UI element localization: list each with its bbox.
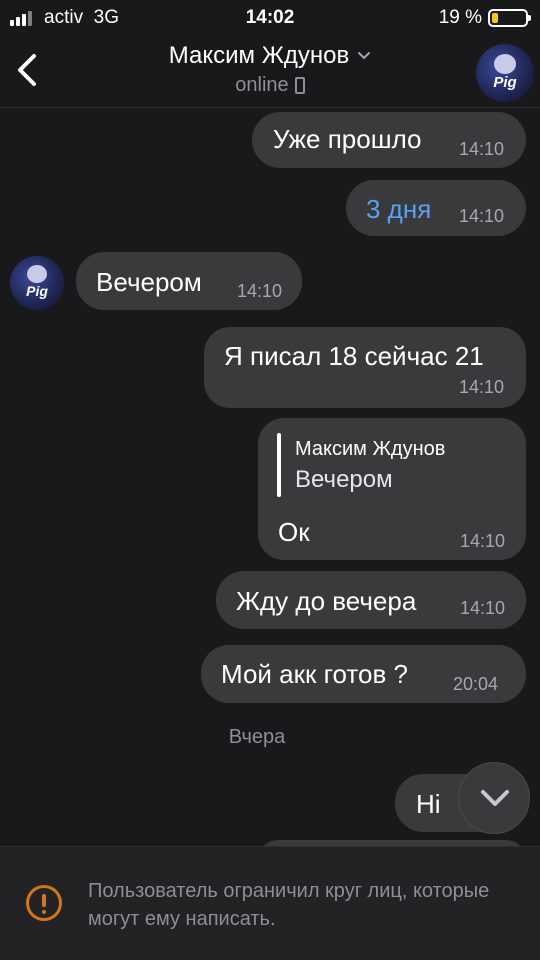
message-text: Уже прошло xyxy=(273,124,422,154)
reply-author: Максим Ждунов xyxy=(295,438,446,460)
message-bubble[interactable]: Вечером 14:10 xyxy=(76,252,302,310)
avatar-label: Pig xyxy=(26,283,48,299)
messaging-restricted-banner: Пользователь ограничил круг лиц, которые… xyxy=(0,846,540,960)
message-text: Я писал 18 сейчас 21 xyxy=(224,341,484,371)
restriction-notice: Пользователь ограничил круг лиц, которые… xyxy=(88,880,490,930)
message-text: Жду до вечера xyxy=(236,586,417,616)
chevron-down-icon xyxy=(358,52,371,60)
avatar-art xyxy=(27,265,47,283)
message-text: Мой акк готов ? xyxy=(221,659,408,689)
reply-indicator xyxy=(277,433,281,497)
chat-header: Максим Ждунов online Pig xyxy=(0,36,540,108)
scroll-to-bottom-button[interactable] xyxy=(458,762,530,834)
contact-name: Максим Ждунов xyxy=(168,42,350,69)
avatar-label: Pig xyxy=(493,74,517,91)
presence-text: online xyxy=(235,74,289,96)
chevron-left-icon xyxy=(18,54,36,86)
message-bubble[interactable]: Я писал 18 сейчас 21 14:10 xyxy=(204,327,526,408)
message-time: 14:10 xyxy=(237,281,283,301)
message-link[interactable]: 3 дня xyxy=(366,194,431,225)
contact-avatar[interactable]: Pig xyxy=(476,44,534,102)
status-bar: activ 3G 14:02 19 % xyxy=(0,0,540,36)
warning-icon xyxy=(26,885,62,921)
message-time: 14:10 xyxy=(460,531,506,551)
message-bubble[interactable]: 3 дня 14:10 xyxy=(346,180,526,236)
contact-title[interactable]: Максим Ждунов xyxy=(169,42,371,70)
battery-level xyxy=(492,13,498,23)
message-text: Ок xyxy=(278,517,310,547)
message-bubble[interactable]: Мой акк готов ? 20:04 xyxy=(201,645,526,703)
message-bubble[interactable]: Уже прошло 14:10 xyxy=(252,112,526,168)
sender-avatar[interactable]: Pig xyxy=(10,256,64,310)
message-time: 14:10 xyxy=(459,377,505,397)
presence-status: online xyxy=(235,74,305,97)
reply-quote: Вечером xyxy=(295,466,393,493)
battery-percent: 19 % xyxy=(438,7,482,28)
message-time: 14:10 xyxy=(459,206,505,226)
message-time: 20:04 xyxy=(453,674,499,694)
message-text: Вечером xyxy=(96,267,202,297)
message-time: 14:10 xyxy=(460,598,506,618)
message-text: Hi xyxy=(416,789,441,819)
message-bubble[interactable]: Жду до вечера 14:10 xyxy=(216,571,526,629)
chat-title-area[interactable]: Максим Ждунов online xyxy=(120,42,420,97)
mobile-device-icon xyxy=(294,77,305,94)
back-button[interactable] xyxy=(10,50,46,90)
message-bubble[interactable]: Максим Ждунов Вечером Ок 14:10 xyxy=(258,418,526,560)
battery-icon xyxy=(488,9,531,27)
day-separator: Вчера xyxy=(228,726,286,748)
message-time: 14:10 xyxy=(459,139,505,159)
chevron-down-icon xyxy=(481,790,509,806)
avatar-art xyxy=(494,54,516,74)
